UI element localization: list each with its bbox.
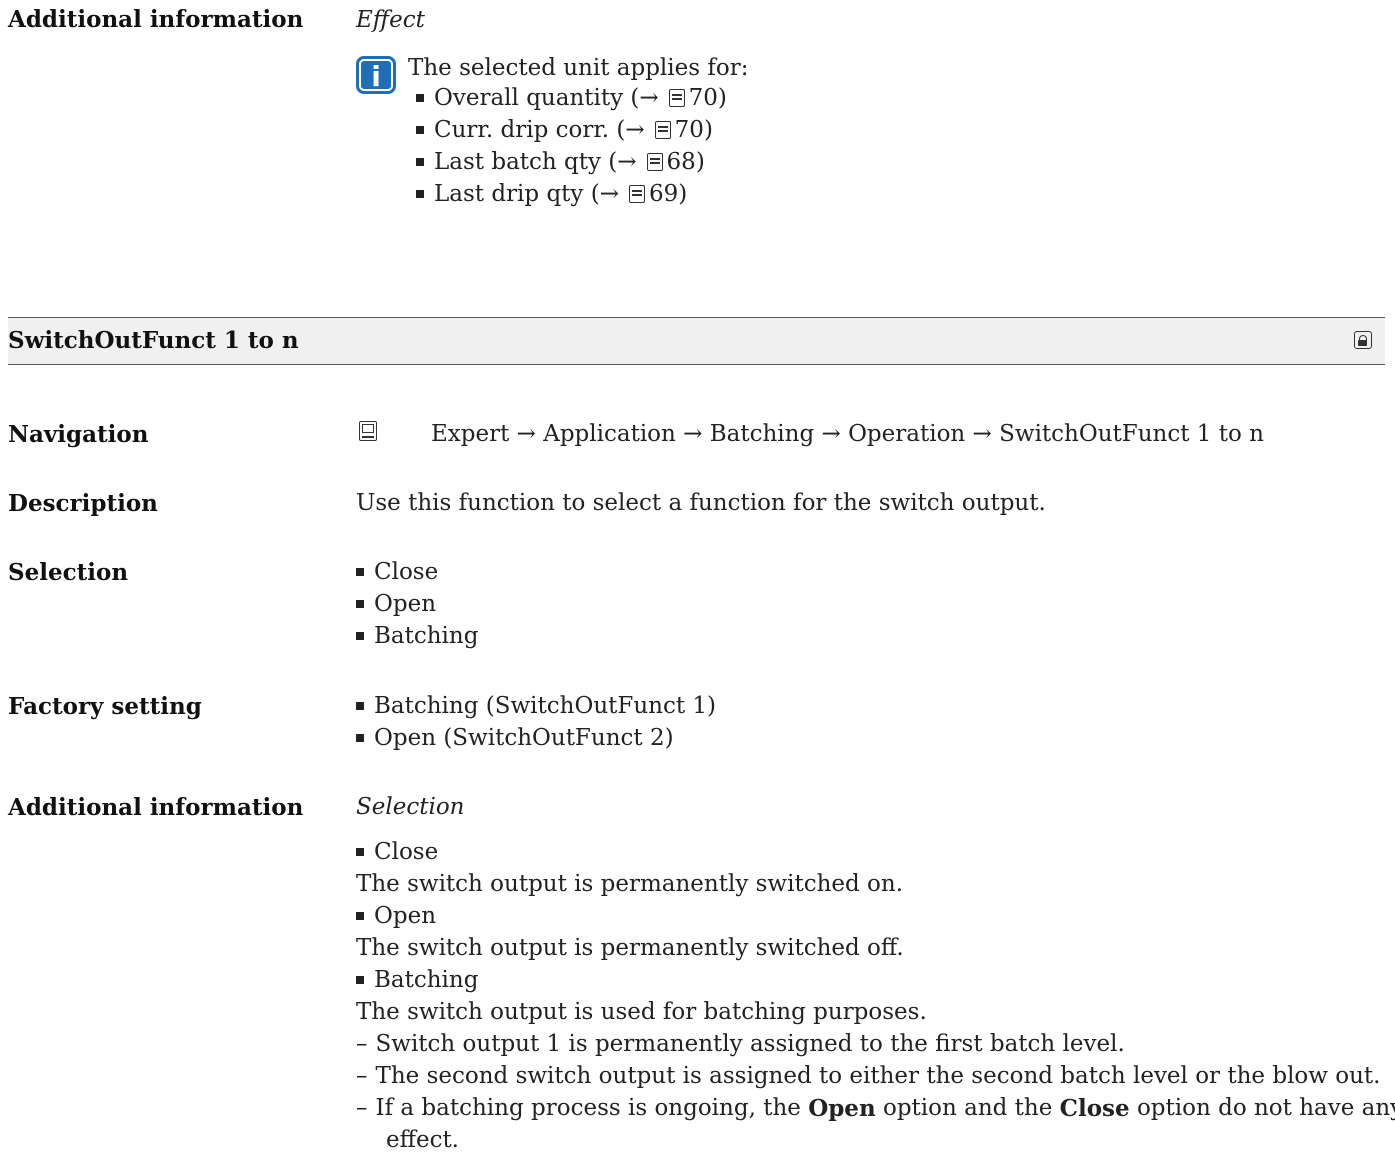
list-item: Curr. drip corr. (→ 70) bbox=[416, 114, 727, 146]
menu-path-icon bbox=[359, 421, 377, 441]
sub-list-item-continuation: effect. bbox=[386, 1127, 459, 1153]
list-item: Open bbox=[356, 900, 1395, 932]
note-text: The selected unit applies for: bbox=[408, 55, 749, 81]
description-text: Use this function to select a function f… bbox=[356, 490, 1046, 516]
sub-list-item: – The second switch output is assigned to… bbox=[356, 1063, 1381, 1089]
navigation-label: Navigation bbox=[8, 421, 149, 448]
parameter-title: SwitchOutFunct 1 to n bbox=[8, 327, 299, 354]
page-reference-icon bbox=[646, 153, 663, 171]
factory-setting-list: Batching (SwitchOutFunct 1) Open (Switch… bbox=[356, 690, 716, 754]
list-item: Overall quantity (→ 70) bbox=[416, 82, 727, 114]
description-label: Description bbox=[8, 490, 158, 517]
page-reference-icon bbox=[628, 185, 645, 203]
list-item-detail: The switch output is permanently switche… bbox=[356, 935, 904, 961]
factory-setting-label: Factory setting bbox=[8, 693, 202, 720]
list-item: Batching bbox=[356, 620, 478, 652]
selection-list: Close Open Batching bbox=[356, 556, 478, 652]
navigation-path: Expert → Application → Batching → Operat… bbox=[431, 421, 1264, 447]
header-top-rule bbox=[8, 317, 1385, 318]
additional-information-label-2: Additional information bbox=[8, 794, 304, 821]
lock-icon bbox=[1354, 331, 1372, 349]
page-reference-icon bbox=[654, 121, 671, 139]
list-item: Last drip qty (→ 69) bbox=[416, 178, 727, 210]
list-item: Last batch qty (→ 68) bbox=[416, 146, 727, 178]
list-item: Batching (SwitchOutFunct 1) bbox=[356, 690, 716, 722]
sub-list-item: – If a batching process is ongoing, the O… bbox=[356, 1094, 1395, 1122]
sub-list-item: – Switch output 1 is permanently assigned… bbox=[356, 1031, 1125, 1057]
list-item: Close bbox=[356, 836, 1395, 868]
list-item-detail: The switch output is used for batching p… bbox=[356, 999, 927, 1025]
additional-information-label: Additional information bbox=[8, 6, 304, 33]
list-item: Close bbox=[356, 556, 478, 588]
header-bottom-rule bbox=[8, 364, 1385, 365]
additional-list: Close The switch output is permanently s… bbox=[356, 836, 1395, 1156]
effect-heading: Effect bbox=[356, 7, 425, 33]
page-reference-icon bbox=[668, 89, 685, 107]
applies-list: Overall quantity (→ 70) Curr. drip corr. … bbox=[416, 82, 727, 210]
selection-label: Selection bbox=[8, 559, 129, 586]
list-item-detail: The switch output is permanently switche… bbox=[356, 871, 904, 897]
info-icon: i bbox=[356, 56, 396, 94]
list-item: Open bbox=[356, 588, 478, 620]
list-item: Open (SwitchOutFunct 2) bbox=[356, 722, 716, 754]
selection-heading: Selection bbox=[356, 794, 465, 820]
list-item: Batching bbox=[356, 964, 1395, 996]
